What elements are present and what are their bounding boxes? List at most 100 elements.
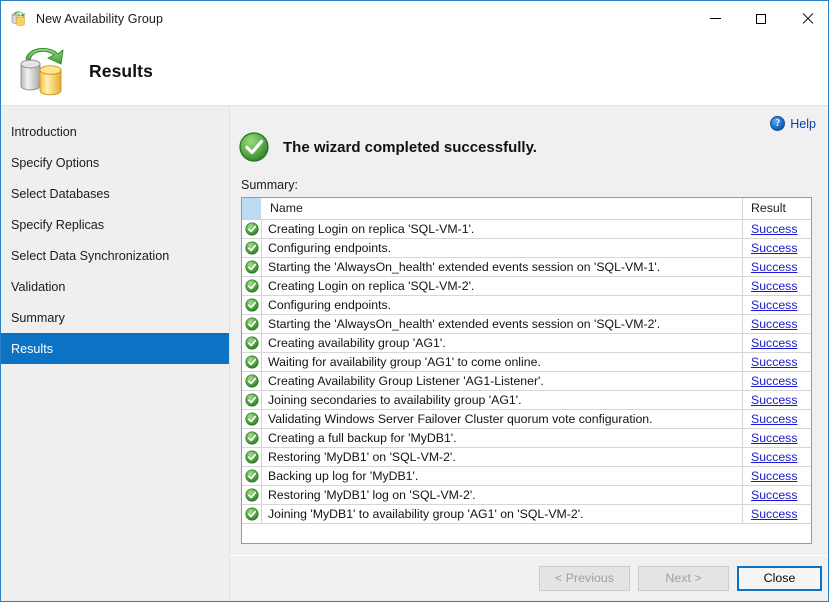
row-result-link[interactable]: Success — [751, 336, 797, 350]
sidebar-item-label: Specify Options — [11, 156, 99, 170]
table-row[interactable]: Creating a full backup for 'MyDB1'. Succe… — [242, 429, 811, 448]
sidebar-item-label: Select Databases — [11, 187, 110, 201]
previous-button[interactable]: < Previous — [539, 566, 630, 591]
row-result-link[interactable]: Success — [751, 317, 797, 331]
row-result-cell: Success — [743, 391, 811, 409]
wizard-window: New Availability Group — [0, 0, 829, 602]
success-check-icon — [242, 467, 262, 485]
sidebar-item-label: Select Data Synchronization — [11, 249, 169, 263]
status-message: The wizard completed successfully. — [283, 139, 537, 156]
success-check-icon — [242, 391, 262, 409]
sidebar-item-specify-options[interactable]: Specify Options — [1, 147, 229, 178]
row-result-link[interactable]: Success — [751, 260, 797, 274]
row-name: Starting the 'AlwaysOn_health' extended … — [262, 258, 743, 276]
row-name: Waiting for availability group 'AG1' to … — [262, 353, 743, 371]
table-row[interactable]: Configuring endpoints. Success — [242, 239, 811, 258]
row-result-link[interactable]: Success — [751, 488, 797, 502]
window-title: New Availability Group — [36, 12, 163, 26]
row-result-link[interactable]: Success — [751, 450, 797, 464]
wizard-steps-sidebar: Introduction Specify Options Select Databa… — [1, 105, 229, 602]
grid-header-icon-cell — [242, 198, 262, 219]
table-row[interactable]: Joining secondaries to availability grou… — [242, 391, 811, 410]
table-row[interactable]: Creating Login on replica 'SQL-VM-2'.Suc… — [242, 277, 811, 296]
row-result-cell: Success — [743, 448, 811, 466]
success-check-icon — [242, 334, 262, 352]
wizard-banner: Results — [1, 37, 829, 105]
database-sync-icon — [14, 45, 72, 97]
row-result-link[interactable]: Success — [751, 222, 797, 236]
row-result-cell: Success — [743, 353, 811, 371]
row-result-link[interactable]: Success — [751, 279, 797, 293]
table-row[interactable]: Creating Availability Group Listener 'AG… — [242, 372, 811, 391]
table-row[interactable]: Validating Windows Server Failover Clust… — [242, 410, 811, 429]
row-result-link[interactable]: Success — [751, 241, 797, 255]
row-name: Configuring endpoints. — [262, 239, 743, 257]
row-name: Restoring 'MyDB1' log on 'SQL-VM-2'. — [262, 486, 743, 504]
row-result-link[interactable]: Success — [751, 298, 797, 312]
row-result-link[interactable]: Success — [751, 469, 797, 483]
sidebar-item-introduction[interactable]: Introduction — [1, 116, 229, 147]
table-row[interactable]: Creating Login on replica 'SQL-VM-1'.Suc… — [242, 220, 811, 239]
row-name: Restoring 'MyDB1' on 'SQL-VM-2'. — [262, 448, 743, 466]
table-row[interactable]: Creating availability group 'AG1'. Succes… — [242, 334, 811, 353]
sidebar-item-select-data-synchronization[interactable]: Select Data Synchronization — [1, 240, 229, 271]
sidebar-item-label: Validation — [11, 280, 65, 294]
success-check-icon — [242, 353, 262, 371]
sidebar-item-label: Specify Replicas — [11, 218, 104, 232]
grid-header-row: Name Result — [242, 198, 811, 220]
success-check-icon — [242, 277, 262, 295]
content-panel: ? Help The wizard completed su — [229, 105, 829, 555]
grid-body: Creating Login on replica 'SQL-VM-1'.Suc… — [242, 220, 811, 524]
results-grid: Name Result Creating Login on replica 'S… — [241, 197, 812, 544]
sidebar-item-select-databases[interactable]: Select Databases — [1, 178, 229, 209]
sidebar-item-validation[interactable]: Validation — [1, 271, 229, 302]
maximize-button[interactable] — [738, 1, 784, 36]
table-row[interactable]: Restoring 'MyDB1' log on 'SQL-VM-2'. Succ… — [242, 486, 811, 505]
footer-left-strip — [1, 555, 229, 602]
row-result-cell: Success — [743, 505, 811, 523]
summary-label: Summary: — [241, 178, 298, 192]
sidebar-item-results[interactable]: Results — [1, 333, 229, 364]
success-check-icon — [242, 239, 262, 257]
success-check-icon — [242, 448, 262, 466]
grid-header-name[interactable]: Name — [262, 198, 743, 219]
help-circle-icon: ? — [770, 116, 785, 131]
success-check-icon — [238, 131, 270, 163]
sidebar-item-specify-replicas[interactable]: Specify Replicas — [1, 209, 229, 240]
row-result-link[interactable]: Success — [751, 374, 797, 388]
minimize-icon — [710, 18, 721, 19]
table-row[interactable]: Backing up log for 'MyDB1'.Success — [242, 467, 811, 486]
row-name: Joining secondaries to availability grou… — [262, 391, 743, 409]
row-name: Creating availability group 'AG1'. — [262, 334, 743, 352]
row-name: Creating Availability Group Listener 'AG… — [262, 372, 743, 390]
sidebar-item-label: Summary — [11, 311, 65, 325]
title-bar: New Availability Group — [1, 1, 829, 37]
table-row[interactable]: Starting the 'AlwaysOn_health' extended … — [242, 315, 811, 334]
table-row[interactable]: Starting the 'AlwaysOn_health' extended … — [242, 258, 811, 277]
row-result-link[interactable]: Success — [751, 507, 797, 521]
table-row[interactable]: Joining 'MyDB1' to availability group 'A… — [242, 505, 811, 524]
table-row[interactable]: Waiting for availability group 'AG1' to … — [242, 353, 811, 372]
row-name: Creating a full backup for 'MyDB1'. — [262, 429, 743, 447]
availability-group-icon — [10, 10, 28, 28]
table-row[interactable]: Restoring 'MyDB1' on 'SQL-VM-2'. Success — [242, 448, 811, 467]
success-check-icon — [242, 220, 262, 238]
row-result-link[interactable]: Success — [751, 355, 797, 369]
table-row[interactable]: Configuring endpoints.Success — [242, 296, 811, 315]
row-result-cell: Success — [743, 372, 811, 390]
success-check-icon — [242, 296, 262, 314]
maximize-icon — [756, 14, 766, 24]
row-result-link[interactable]: Success — [751, 393, 797, 407]
status-banner: The wizard completed successfully. — [238, 131, 537, 163]
row-result-link[interactable]: Success — [751, 412, 797, 426]
row-result-link[interactable]: Success — [751, 431, 797, 445]
row-result-cell: Success — [743, 486, 811, 504]
minimize-button[interactable] — [692, 1, 738, 36]
close-window-button[interactable] — [784, 1, 829, 36]
sidebar-item-summary[interactable]: Summary — [1, 302, 229, 333]
page-title: Results — [89, 61, 153, 82]
close-button[interactable]: Close — [737, 566, 822, 591]
help-link[interactable]: ? Help — [770, 116, 816, 131]
next-button[interactable]: Next > — [638, 566, 729, 591]
grid-header-result[interactable]: Result — [743, 198, 811, 219]
